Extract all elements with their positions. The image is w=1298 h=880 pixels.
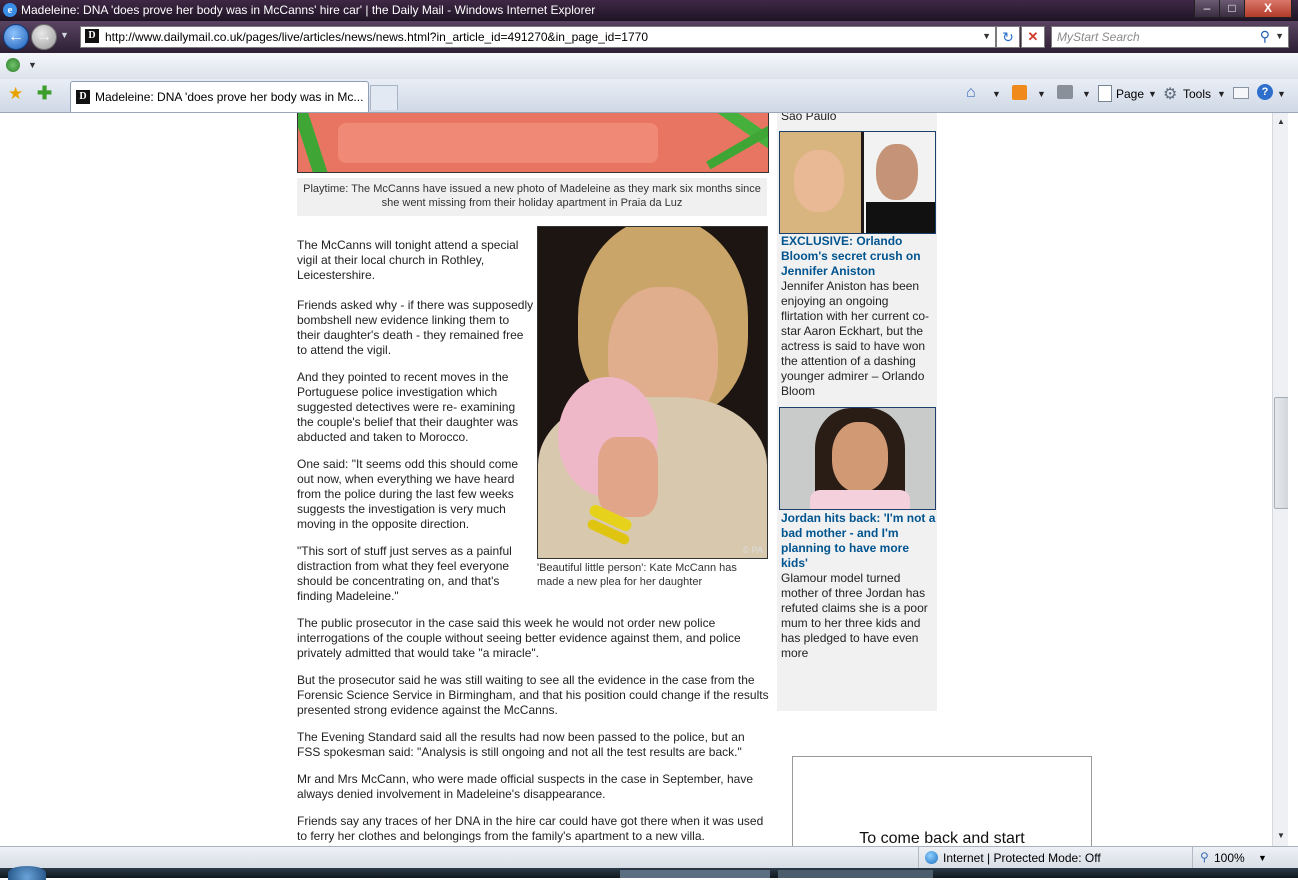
addon-globe-icon[interactable] — [6, 58, 20, 72]
article-paragraph: One said: "It seems odd this should come… — [297, 457, 519, 531]
new-tab-button[interactable] — [370, 85, 398, 110]
photo-credit: © PA — [742, 545, 763, 555]
aniston-bloom-thumbnail[interactable] — [779, 131, 936, 234]
stop-button[interactable]: ✕ — [1021, 26, 1045, 48]
article-paragraph: "This sort of stuff just serves as a pai… — [297, 544, 512, 603]
research-icon[interactable] — [1233, 87, 1249, 99]
history-dropdown-icon[interactable]: ▼ — [60, 30, 69, 40]
window-edge — [1288, 113, 1298, 846]
advertisement-text: To come back and start — [859, 830, 1025, 846]
ie-logo-icon: e — [3, 3, 17, 17]
print-dropdown-icon[interactable]: ▼ — [1082, 89, 1091, 99]
window-title: Madeleine: DNA 'does prove her body was … — [21, 3, 596, 17]
address-dropdown-icon[interactable]: ▼ — [982, 31, 991, 41]
sidebar-top-fragment: Sao Paulo — [781, 113, 837, 123]
zoom-level[interactable]: 100% — [1214, 851, 1245, 865]
jordan-thumbnail[interactable] — [779, 407, 936, 510]
sidebar-headline-link[interactable]: EXCLUSIVE: Orlando Bloom's secret crush … — [781, 234, 931, 279]
tab-favicon-icon: D — [76, 90, 90, 104]
scrollbar-thumb[interactable] — [1274, 397, 1289, 509]
search-placeholder: MyStart Search — [1057, 30, 1140, 44]
feeds-icon[interactable] — [1012, 85, 1027, 100]
status-bar: Internet | Protected Mode: Off ⚲ 100% ▼ — [0, 846, 1298, 869]
print-icon[interactable] — [1057, 85, 1073, 99]
minimize-button[interactable]: – — [1194, 0, 1220, 18]
security-zone-text[interactable]: Internet | Protected Mode: Off — [943, 851, 1101, 865]
page-content: Playtime: The McCanns have issued a new … — [0, 113, 1272, 846]
vertical-scrollbar[interactable]: ▲ ▼ — [1272, 113, 1289, 846]
forward-button[interactable]: → — [31, 24, 57, 50]
tools-gear-icon: ⚙ — [1163, 86, 1178, 103]
favorites-star-icon[interactable]: ★ — [8, 84, 23, 104]
taskbar — [0, 866, 1298, 880]
article-paragraph: Friends asked why - if there was suppose… — [297, 298, 534, 357]
maximize-button[interactable]: □ — [1219, 0, 1245, 18]
zoom-magnifier-icon: ⚲ — [1200, 850, 1209, 864]
tab-active[interactable]: D Madeleine: DNA 'does prove her body wa… — [70, 81, 369, 112]
top-caption-box: Playtime: The McCanns have issued a new … — [297, 178, 767, 216]
help-dropdown-icon[interactable]: ▼ — [1277, 89, 1286, 99]
feeds-dropdown-icon[interactable]: ▼ — [1037, 89, 1046, 99]
article-paragraph: Mr and Mrs McCann, who were made officia… — [297, 772, 753, 801]
home-icon[interactable]: ⌂ — [966, 84, 976, 102]
home-dropdown-icon[interactable]: ▼ — [992, 89, 1001, 99]
zoom-dropdown-icon[interactable]: ▼ — [1258, 853, 1267, 863]
page-icon — [1098, 85, 1112, 102]
taskbar-item[interactable] — [778, 870, 933, 878]
tools-dropdown-icon[interactable]: ▼ — [1217, 89, 1226, 99]
close-window-button[interactable]: X — [1244, 0, 1292, 18]
refresh-button[interactable]: ↻ — [996, 26, 1020, 48]
advertisement-box[interactable]: To come back and start — [792, 756, 1092, 846]
scroll-down-arrow-icon[interactable]: ▼ — [1277, 831, 1285, 840]
kate-photo-caption: 'Beautiful little person': Kate McCann h… — [537, 562, 737, 588]
taskbar-item[interactable] — [620, 870, 770, 878]
command-row: ▼ — [0, 53, 1298, 80]
article-paragraph: The Evening Standard said all the result… — [297, 730, 745, 759]
internet-zone-globe-icon — [925, 851, 938, 864]
article-paragraph: And they pointed to recent moves in the … — [297, 370, 519, 444]
search-icon[interactable]: ⚲ — [1260, 28, 1270, 45]
search-box[interactable]: MyStart Search ⚲ ▼ — [1051, 26, 1289, 48]
sidebar-story-body: Jennifer Aniston has been enjoying an on… — [781, 279, 930, 398]
navigation-bar: ← → ▼ D http://www.dailymail.co.uk/pages… — [0, 21, 1298, 53]
article-paragraph: The public prosecutor in the case said t… — [297, 616, 741, 660]
page-dropdown-icon[interactable]: ▼ — [1148, 89, 1157, 99]
address-url[interactable]: http://www.dailymail.co.uk/pages/live/ar… — [105, 30, 648, 44]
article-paragraph: The McCanns will tonight attend a specia… — [297, 238, 519, 282]
tab-bar: ★ ✚ D Madeleine: DNA 'does prove her bod… — [0, 79, 1298, 113]
address-bar[interactable]: D http://www.dailymail.co.uk/pages/live/… — [80, 26, 996, 48]
add-favorites-icon[interactable]: ✚ — [37, 83, 52, 104]
addon-dropdown-icon[interactable]: ▼ — [28, 60, 37, 70]
article-paragraph: But the prosecutor said he was still wai… — [297, 673, 769, 717]
back-button[interactable]: ← — [3, 24, 29, 50]
kate-mccann-photo: © PA — [537, 226, 768, 559]
help-icon[interactable]: ? — [1257, 84, 1273, 100]
top-photo-caption: Playtime: The McCanns have issued a new … — [303, 183, 761, 209]
search-dropdown-icon[interactable]: ▼ — [1275, 31, 1284, 41]
sidebar-story-body: Glamour model turned mother of three Jor… — [781, 571, 928, 660]
playground-photo — [297, 113, 769, 173]
page-menu-label[interactable]: Page — [1116, 87, 1144, 101]
scroll-up-arrow-icon[interactable]: ▲ — [1277, 117, 1285, 126]
tab-title: Madeleine: DNA 'does prove her body was … — [95, 90, 364, 104]
article-paragraph: Friends say any traces of her DNA in the… — [297, 814, 764, 843]
site-favicon-icon: D — [85, 29, 99, 43]
sidebar-headline-link[interactable]: Jordan hits back: 'I'm not a bad mother … — [781, 511, 936, 571]
tools-menu-label[interactable]: Tools — [1183, 87, 1211, 101]
title-bar: e Madeleine: DNA 'does prove her body wa… — [0, 0, 1298, 21]
